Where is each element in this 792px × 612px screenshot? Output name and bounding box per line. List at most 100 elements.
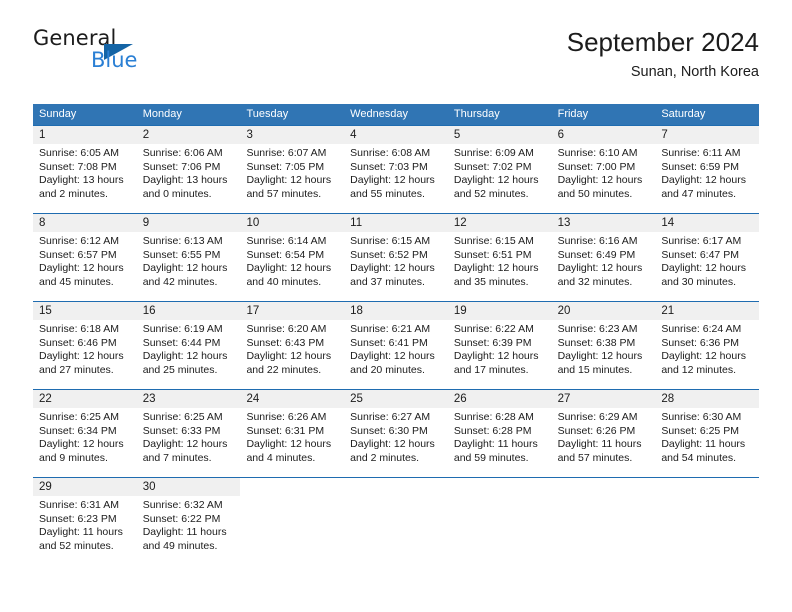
day-cell[interactable]: 5 Sunrise: 6:09 AM Sunset: 7:02 PM Daylight… <box>447 126 552 213</box>
day-cell[interactable]: 28 Sunrise: 6:30 AM Sunset: 6:25 PM Dayligh… <box>655 390 760 477</box>
sunrise-text: Sunrise: 6:32 AM <box>142 499 223 511</box>
day-number: 14 <box>655 214 760 232</box>
daylight-text-line2: and 20 minutes. <box>350 363 425 376</box>
daylight-text-line1: Daylight: 12 hours <box>142 350 228 363</box>
sunset-text: Sunset: 6:26 PM <box>557 424 636 437</box>
general-blue-logo[interactable]: General Blue <box>33 28 233 84</box>
day-cell[interactable]: 29 Sunrise: 6:31 AM Sunset: 6:23 PM Dayligh… <box>33 478 137 565</box>
daylight-text-line2: and 35 minutes. <box>453 275 529 288</box>
calendar-week-row: 29 Sunrise: 6:31 AM Sunset: 6:23 PM Dayligh… <box>33 477 759 565</box>
daylight-text-line1: Daylight: 12 hours <box>246 438 332 451</box>
sunrise-text: Sunrise: 6:26 AM <box>246 411 327 423</box>
weekday-header-sunday: Sunday <box>39 108 77 120</box>
day-cell[interactable]: 23 Sunrise: 6:25 AM Sunset: 6:33 PM Dayligh… <box>136 390 241 477</box>
sunrise-text: Sunrise: 6:25 AM <box>39 411 119 423</box>
sunrise-text: Sunrise: 6:05 AM <box>39 147 119 159</box>
sunrise-text: Sunrise: 6:16 AM <box>557 235 638 247</box>
daylight-text-line1: Daylight: 12 hours <box>246 262 332 275</box>
sunset-text: Sunset: 6:31 PM <box>246 424 325 437</box>
day-number: 5 <box>447 126 552 144</box>
day-cell[interactable]: 14 Sunrise: 6:17 AM Sunset: 6:47 PM Dayligh… <box>655 214 760 301</box>
sunrise-text: Sunrise: 6:10 AM <box>557 147 638 159</box>
day-cell[interactable]: 17 Sunrise: 6:20 AM Sunset: 6:43 PM Dayligh… <box>240 302 345 389</box>
day-cell[interactable]: 21 Sunrise: 6:24 AM Sunset: 6:36 PM Dayligh… <box>655 302 760 389</box>
day-details: Sunrise: 6:30 AM Sunset: 6:25 PM Daylight:… <box>655 408 759 465</box>
sunset-text: Sunset: 6:39 PM <box>453 336 532 349</box>
daylight-text-line2: and 52 minutes. <box>39 539 114 552</box>
day-number <box>344 478 448 496</box>
day-cell[interactable]: 22 Sunrise: 6:25 AM Sunset: 6:34 PM Dayligh… <box>33 390 137 477</box>
daylight-text-line1: Daylight: 12 hours <box>246 350 332 363</box>
day-details: Sunrise: 6:19 AM Sunset: 6:44 PM Daylight:… <box>137 320 241 377</box>
day-cell[interactable]: 18 Sunrise: 6:21 AM Sunset: 6:41 PM Dayligh… <box>344 302 448 389</box>
day-cell[interactable]: 10 Sunrise: 6:14 AM Sunset: 6:54 PM Dayligh… <box>240 214 345 301</box>
day-details: Sunrise: 6:18 AM Sunset: 6:46 PM Daylight:… <box>33 320 137 377</box>
day-details: Sunrise: 6:25 AM Sunset: 6:34 PM Daylight:… <box>33 408 137 465</box>
day-number: 15 <box>33 302 137 320</box>
day-cell[interactable]: 4 Sunrise: 6:08 AM Sunset: 7:03 PM Daylight… <box>344 126 448 213</box>
day-cell[interactable]: 30 Sunrise: 6:32 AM Sunset: 6:22 PM Dayligh… <box>136 478 241 565</box>
logo-text-blue: Blue <box>91 48 138 72</box>
sunset-text: Sunset: 6:55 PM <box>142 248 221 261</box>
daylight-text-line1: Daylight: 12 hours <box>661 174 746 187</box>
day-number <box>240 478 344 496</box>
daylight-text-line1: Daylight: 12 hours <box>453 262 539 275</box>
day-cell[interactable]: 6 Sunrise: 6:10 AM Sunset: 7:00 PM Daylight… <box>551 126 656 213</box>
daylight-text-line1: Daylight: 13 hours <box>39 174 124 187</box>
day-number: 1 <box>33 126 137 144</box>
day-cell[interactable]: 2 Sunrise: 6:06 AM Sunset: 7:06 PM Daylight… <box>136 126 241 213</box>
daylight-text-line2: and 50 minutes. <box>557 187 633 200</box>
daylight-text-line1: Daylight: 12 hours <box>661 350 746 363</box>
day-details: Sunrise: 6:15 AM Sunset: 6:52 PM Daylight:… <box>344 232 448 289</box>
sunrise-text: Sunrise: 6:17 AM <box>661 235 742 247</box>
calendar-week-row: 15 Sunrise: 6:18 AM Sunset: 6:46 PM Dayligh… <box>33 301 760 389</box>
day-cell[interactable]: 27 Sunrise: 6:29 AM Sunset: 6:26 PM Dayligh… <box>551 390 656 477</box>
day-cell[interactable]: 15 Sunrise: 6:18 AM Sunset: 6:46 PM Dayligh… <box>33 302 137 389</box>
sunrise-text: Sunrise: 6:25 AM <box>142 411 223 423</box>
sunrise-text: Sunrise: 6:07 AM <box>246 147 327 159</box>
day-cell[interactable]: 20 Sunrise: 6:23 AM Sunset: 6:38 PM Dayligh… <box>551 302 656 389</box>
day-number: 11 <box>344 214 448 232</box>
day-details: Sunrise: 6:21 AM Sunset: 6:41 PM Daylight:… <box>344 320 448 377</box>
daylight-text-line2: and 2 minutes. <box>39 187 108 200</box>
daylight-text-line1: Daylight: 12 hours <box>453 174 539 187</box>
daylight-text-line1: Daylight: 12 hours <box>350 262 435 275</box>
day-cell[interactable]: 7 Sunrise: 6:11 AM Sunset: 6:59 PM Daylight… <box>655 126 760 213</box>
sunrise-text: Sunrise: 6:11 AM <box>661 147 741 159</box>
daylight-text-line2: and 42 minutes. <box>142 275 218 288</box>
day-details: Sunrise: 6:22 AM Sunset: 6:39 PM Daylight:… <box>448 320 552 377</box>
sunset-text: Sunset: 6:30 PM <box>350 424 428 437</box>
day-cell[interactable]: 25 Sunrise: 6:27 AM Sunset: 6:30 PM Dayligh… <box>344 390 448 477</box>
day-details: Sunrise: 6:14 AM Sunset: 6:54 PM Daylight:… <box>240 232 344 289</box>
sunset-text: Sunset: 6:22 PM <box>142 512 221 525</box>
day-cell[interactable]: 8 Sunrise: 6:12 AM Sunset: 6:57 PM Daylight… <box>33 214 137 301</box>
sunset-text: Sunset: 7:03 PM <box>350 160 428 173</box>
day-details: Sunrise: 6:11 AM Sunset: 6:59 PM Daylight:… <box>655 144 759 201</box>
sunrise-text: Sunrise: 6:15 AM <box>350 235 431 247</box>
daylight-text-line2: and 57 minutes. <box>557 451 633 464</box>
daylight-text-line1: Daylight: 12 hours <box>661 262 746 275</box>
day-cell[interactable]: 16 Sunrise: 6:19 AM Sunset: 6:44 PM Dayligh… <box>136 302 241 389</box>
sunset-text: Sunset: 7:00 PM <box>557 160 636 173</box>
day-cell[interactable]: 3 Sunrise: 6:07 AM Sunset: 7:05 PM Daylight… <box>240 126 345 213</box>
day-cell[interactable]: 11 Sunrise: 6:15 AM Sunset: 6:52 PM Dayligh… <box>344 214 448 301</box>
day-cell[interactable]: 19 Sunrise: 6:22 AM Sunset: 6:39 PM Dayligh… <box>447 302 552 389</box>
day-number: 20 <box>551 302 656 320</box>
day-number: 19 <box>447 302 552 320</box>
day-cell[interactable]: 13 Sunrise: 6:16 AM Sunset: 6:49 PM Dayligh… <box>551 214 656 301</box>
day-details: Sunrise: 6:09 AM Sunset: 7:02 PM Daylight:… <box>448 144 552 201</box>
day-number: 7 <box>655 126 760 144</box>
day-cell[interactable]: 24 Sunrise: 6:26 AM Sunset: 6:31 PM Dayligh… <box>240 390 345 477</box>
sunset-text: Sunset: 6:57 PM <box>39 248 117 261</box>
day-cell[interactable]: 1 Sunrise: 6:05 AM Sunset: 7:08 PM Daylight… <box>33 126 137 213</box>
daylight-text-line1: Daylight: 12 hours <box>142 438 228 451</box>
day-details: Sunrise: 6:32 AM Sunset: 6:22 PM Daylight:… <box>137 496 241 553</box>
sunrise-text: Sunrise: 6:24 AM <box>661 323 742 335</box>
daylight-text-line1: Daylight: 12 hours <box>350 438 435 451</box>
day-cell[interactable]: 9 Sunrise: 6:13 AM Sunset: 6:55 PM Daylight… <box>136 214 241 301</box>
day-cell[interactable]: 26 Sunrise: 6:28 AM Sunset: 6:28 PM Dayligh… <box>447 390 552 477</box>
sunset-text: Sunset: 6:33 PM <box>142 424 221 437</box>
day-cell[interactable]: 12 Sunrise: 6:15 AM Sunset: 6:51 PM Dayligh… <box>447 214 552 301</box>
sunset-text: Sunset: 7:08 PM <box>39 160 117 173</box>
day-number: 30 <box>136 478 241 496</box>
